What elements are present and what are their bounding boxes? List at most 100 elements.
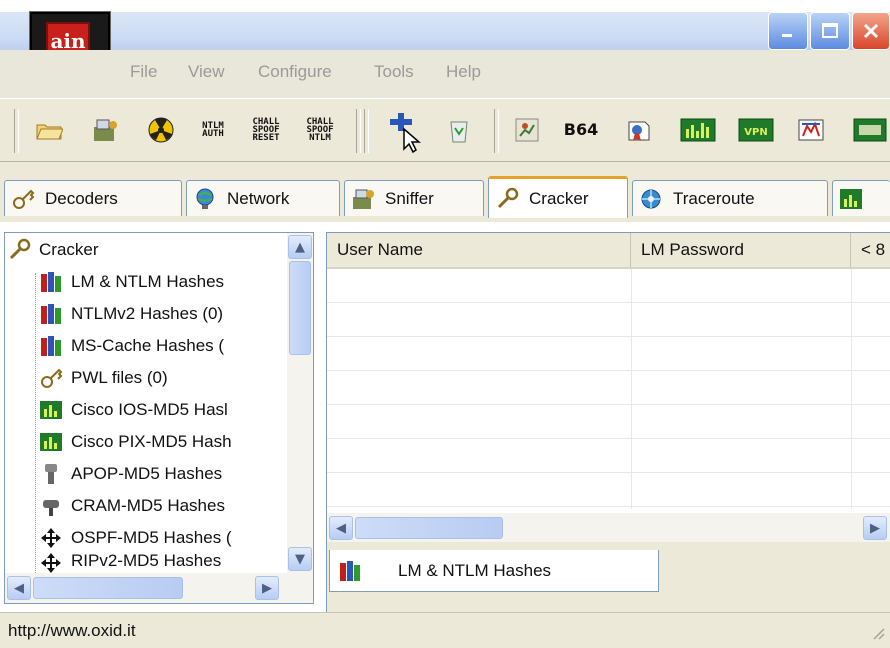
column-header-lt8[interactable]: < 8 bbox=[851, 233, 890, 269]
scroll-left-button[interactable]: ◀ bbox=[7, 576, 31, 600]
menu-view[interactable]: View bbox=[188, 62, 225, 82]
tree-item-ospf[interactable]: OSPF-MD5 Hashes ( bbox=[39, 523, 285, 553]
scroll-thumb[interactable] bbox=[289, 261, 311, 355]
cracker-icon bbox=[495, 187, 519, 211]
chevron-down-icon: ▼ bbox=[295, 551, 305, 567]
hash-table: User Name LM Password < 8 ◀ ▶ bbox=[326, 232, 890, 543]
routing-icon[interactable] bbox=[512, 115, 542, 145]
resize-grip-icon[interactable] bbox=[870, 625, 886, 646]
table-horizontal-scrollbar[interactable]: ◀ ▶ bbox=[327, 513, 890, 543]
tree-item-label: MS-Cache Hashes ( bbox=[71, 336, 225, 355]
tab-sniffer[interactable]: Sniffer bbox=[344, 180, 484, 216]
tab-network[interactable]: Network bbox=[186, 180, 340, 216]
apr-poison-icon[interactable] bbox=[146, 115, 176, 145]
certificate-icon[interactable] bbox=[624, 115, 654, 145]
hash-books-icon bbox=[39, 302, 63, 326]
tab-cracker[interactable]: Cracker bbox=[488, 176, 628, 218]
tree-item-cisco-ios[interactable]: Cisco IOS-MD5 Hasl bbox=[39, 395, 285, 425]
chevron-left-icon: ◀ bbox=[14, 580, 24, 596]
scroll-right-button[interactable]: ▶ bbox=[863, 516, 887, 540]
cracker-icon bbox=[7, 238, 31, 262]
ntlm-auth-icon[interactable]: NTLM AUTH bbox=[196, 115, 230, 145]
maximize-button[interactable] bbox=[810, 12, 850, 50]
chevron-right-icon: ▶ bbox=[262, 580, 272, 596]
base64-icon[interactable]: B64 bbox=[564, 115, 598, 145]
scroll-right-button[interactable]: ▶ bbox=[255, 576, 279, 600]
ntlm-auth-label: NTLM AUTH bbox=[202, 121, 224, 139]
menu-bar: File View Configure Tools Help bbox=[0, 50, 890, 98]
tree-horizontal-scrollbar[interactable]: ◀ ▶ bbox=[5, 573, 313, 603]
minimize-button[interactable] bbox=[768, 12, 808, 50]
grid-divider bbox=[851, 269, 852, 509]
toolbar-separator bbox=[356, 109, 361, 153]
tree-item-cram[interactable]: CRAM-MD5 Hashes bbox=[39, 491, 285, 521]
close-icon bbox=[863, 23, 879, 39]
tree-item-apop[interactable]: APOP-MD5 Hashes bbox=[39, 459, 285, 489]
tree-item-label: NTLMv2 Hashes (0) bbox=[71, 304, 224, 323]
move-arrows-icon bbox=[39, 551, 63, 573]
hash-books-icon bbox=[39, 270, 63, 294]
table-row[interactable] bbox=[327, 337, 890, 371]
tree-item-ntlmv2[interactable]: NTLMv2 Hashes (0) bbox=[39, 299, 285, 329]
status-url[interactable]: http://www.oxid.it bbox=[8, 621, 136, 641]
tree-item-ripv2[interactable]: RIPv2-MD5 Hashes bbox=[39, 551, 285, 573]
toolbar-separator bbox=[494, 109, 499, 153]
tree-guide-line bbox=[35, 273, 36, 573]
tab-decoders[interactable]: Decoders bbox=[4, 180, 182, 216]
tree-item-label: LM & NTLM Hashes bbox=[71, 272, 225, 291]
tree-item-lm-ntlm[interactable]: LM & NTLM Hashes bbox=[39, 267, 285, 297]
column-header-user-name[interactable]: User Name bbox=[327, 233, 631, 269]
tree-item-ms-cache[interactable]: MS-Cache Hashes ( bbox=[39, 331, 285, 361]
tab-more[interactable] bbox=[832, 180, 890, 216]
menu-tools[interactable]: Tools bbox=[374, 62, 414, 82]
key-icon bbox=[39, 366, 63, 390]
hash-books-icon bbox=[39, 334, 63, 358]
grid-divider bbox=[631, 269, 632, 509]
table-row[interactable] bbox=[327, 303, 890, 337]
scroll-up-button[interactable]: ▲ bbox=[288, 235, 312, 259]
scroll-thumb[interactable] bbox=[33, 577, 183, 599]
menu-configure[interactable]: Configure bbox=[258, 62, 332, 82]
ios-hash-icon[interactable] bbox=[680, 115, 716, 145]
chevron-right-icon: ▶ bbox=[870, 520, 880, 536]
add-to-list-icon[interactable] bbox=[386, 111, 424, 153]
chart-icon bbox=[839, 187, 863, 211]
svg-text:VPN: VPN bbox=[744, 127, 767, 138]
terminal-icon[interactable] bbox=[852, 115, 888, 145]
table-row[interactable] bbox=[327, 371, 890, 405]
sniffer-toggle-icon[interactable] bbox=[90, 115, 120, 145]
tab-traceroute[interactable]: Traceroute bbox=[632, 180, 828, 216]
chall-spoof-ntlm-icon[interactable]: CHALL SPOOF NTLM bbox=[300, 115, 340, 145]
table-row[interactable] bbox=[327, 405, 890, 439]
table-row[interactable] bbox=[327, 269, 890, 303]
toolbar: NTLM AUTH CHALL SPOOF RESET CHALL SPOOF … bbox=[0, 98, 890, 162]
table-row[interactable] bbox=[327, 439, 890, 473]
menu-help[interactable]: Help bbox=[446, 62, 481, 82]
move-arrows-icon bbox=[39, 526, 63, 550]
table-row[interactable] bbox=[327, 473, 890, 507]
open-folder-icon[interactable] bbox=[34, 115, 64, 145]
cracker-tree: Cracker LM & NTLM Hashes NTLMv2 Hashes (… bbox=[4, 232, 314, 604]
tree-root-label: Cracker bbox=[39, 240, 99, 259]
scroll-left-button[interactable]: ◀ bbox=[329, 516, 353, 540]
column-header-lm-password[interactable]: LM Password bbox=[631, 233, 851, 269]
tree-vertical-scrollbar[interactable]: ▲ ▼ bbox=[287, 233, 313, 573]
tree-item-label: CRAM-MD5 Hashes bbox=[71, 496, 225, 515]
tab-label: Traceroute bbox=[673, 188, 755, 208]
tree-item-cisco-pix[interactable]: Cisco PIX-MD5 Hash bbox=[39, 427, 285, 457]
chall-spoof-reset-icon[interactable]: CHALL SPOOF RESET bbox=[246, 115, 286, 145]
tree-item-pwl[interactable]: PWL files (0) bbox=[39, 363, 285, 393]
tree-item-label: PWL files (0) bbox=[71, 368, 168, 387]
cisco-chart-icon bbox=[39, 430, 63, 454]
scroll-down-button[interactable]: ▼ bbox=[288, 547, 312, 571]
tree-root-cracker[interactable]: Cracker bbox=[7, 235, 287, 265]
chevron-left-icon: ◀ bbox=[336, 520, 346, 536]
scroll-thumb[interactable] bbox=[355, 517, 503, 539]
vpn-icon[interactable]: VPN bbox=[738, 115, 774, 145]
remove-icon[interactable] bbox=[444, 115, 474, 145]
traceroute-icon bbox=[639, 187, 663, 211]
close-button[interactable] bbox=[852, 12, 890, 50]
menu-file[interactable]: File bbox=[130, 62, 157, 82]
subtab-lm-ntlm-hashes[interactable]: LM & NTLM Hashes bbox=[329, 550, 659, 592]
rdp-icon[interactable] bbox=[796, 115, 826, 145]
